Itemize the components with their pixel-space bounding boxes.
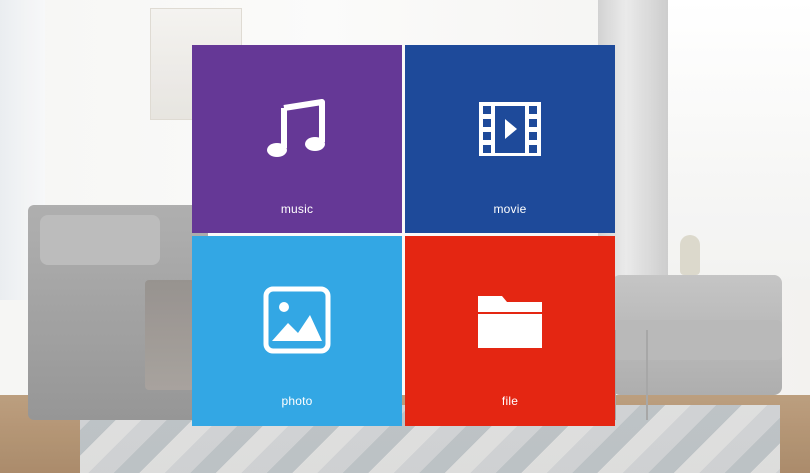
music-note-icon (261, 93, 333, 165)
file-tile[interactable]: file (405, 236, 615, 426)
movie-tile[interactable]: movie (405, 45, 615, 233)
folder-icon (474, 284, 546, 356)
film-icon (474, 93, 546, 165)
music-label: music (280, 202, 314, 216)
music-tile[interactable]: music (192, 45, 402, 233)
image-icon (261, 284, 333, 356)
movie-label: movie (493, 202, 527, 216)
media-home-screen: music movie photo file (0, 0, 810, 473)
photo-label: photo (281, 394, 313, 408)
photo-tile[interactable]: photo (192, 236, 402, 426)
file-label: file (501, 394, 519, 408)
